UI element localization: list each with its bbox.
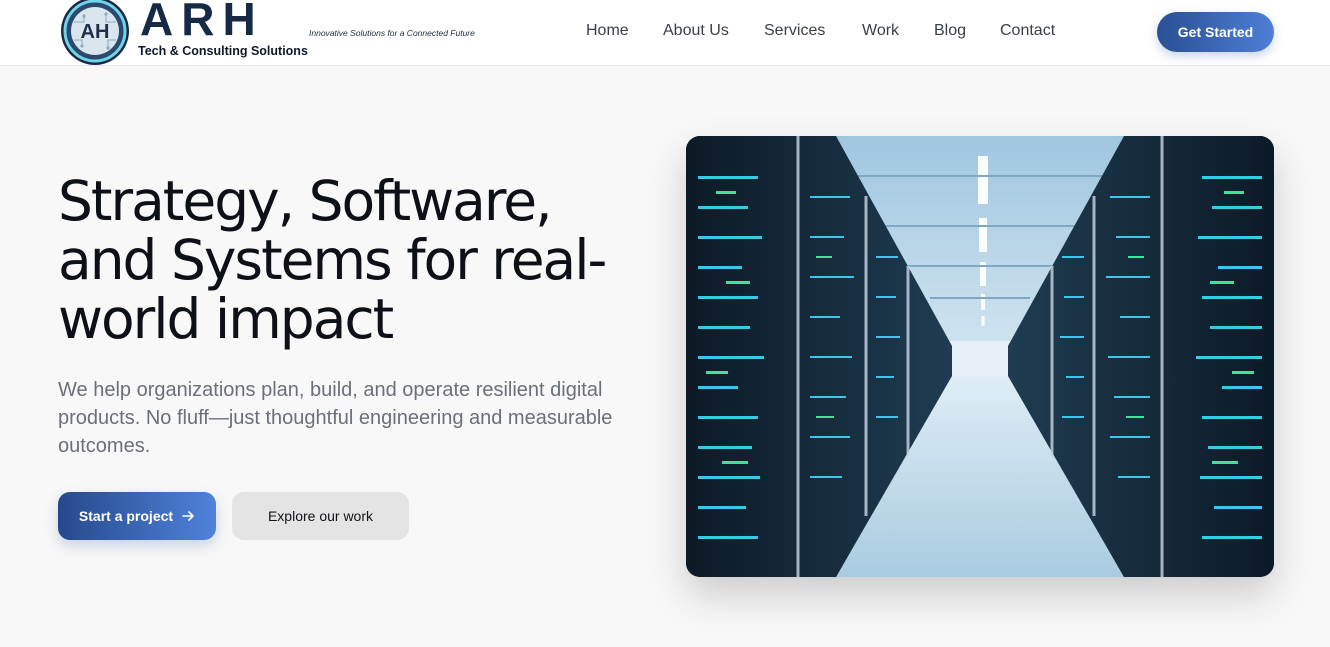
brand-tagline: Innovative Solutions for a Connected Fut…: [309, 28, 475, 38]
server-room-illustration: [686, 136, 1274, 577]
brand-wordmark: ARH: [140, 0, 264, 45]
nav-item-contact[interactable]: Contact: [1000, 22, 1055, 40]
get-started-button[interactable]: Get Started: [1157, 12, 1274, 52]
start-project-label: Start a project: [78, 508, 174, 524]
hero-title: Strategy, Software, and Systems for real…: [58, 172, 648, 349]
nav-item-work[interactable]: Work: [862, 22, 899, 40]
brand-logo[interactable]: AH ARH Innovative Solutions for a Connec…: [60, 0, 500, 66]
logo-badge-icon: AH: [61, 0, 129, 65]
brand-subtitle: Tech & Consulting Solutions: [138, 44, 308, 58]
hero-title-line: world impact: [58, 287, 394, 351]
explore-work-button[interactable]: Explore our work: [232, 492, 409, 540]
hero-title-line: Strategy, Software,: [58, 169, 553, 233]
nav-item-about-us[interactable]: About Us: [663, 22, 729, 40]
nav-item-services[interactable]: Services: [764, 22, 825, 40]
logo-badge-letters: AH: [81, 21, 110, 43]
nav-item-blog[interactable]: Blog: [934, 22, 966, 40]
server-room-image: [686, 136, 1274, 577]
arrow-right-icon: [182, 511, 194, 521]
hero-title-line: and Systems for real-: [58, 228, 607, 292]
hero-description: We help organizations plan, build, and o…: [58, 379, 613, 457]
start-project-button[interactable]: Start a project: [58, 492, 216, 540]
nav-item-home[interactable]: Home: [586, 22, 629, 40]
site-header: AH ARH Innovative Solutions for a Connec…: [0, 0, 1330, 66]
